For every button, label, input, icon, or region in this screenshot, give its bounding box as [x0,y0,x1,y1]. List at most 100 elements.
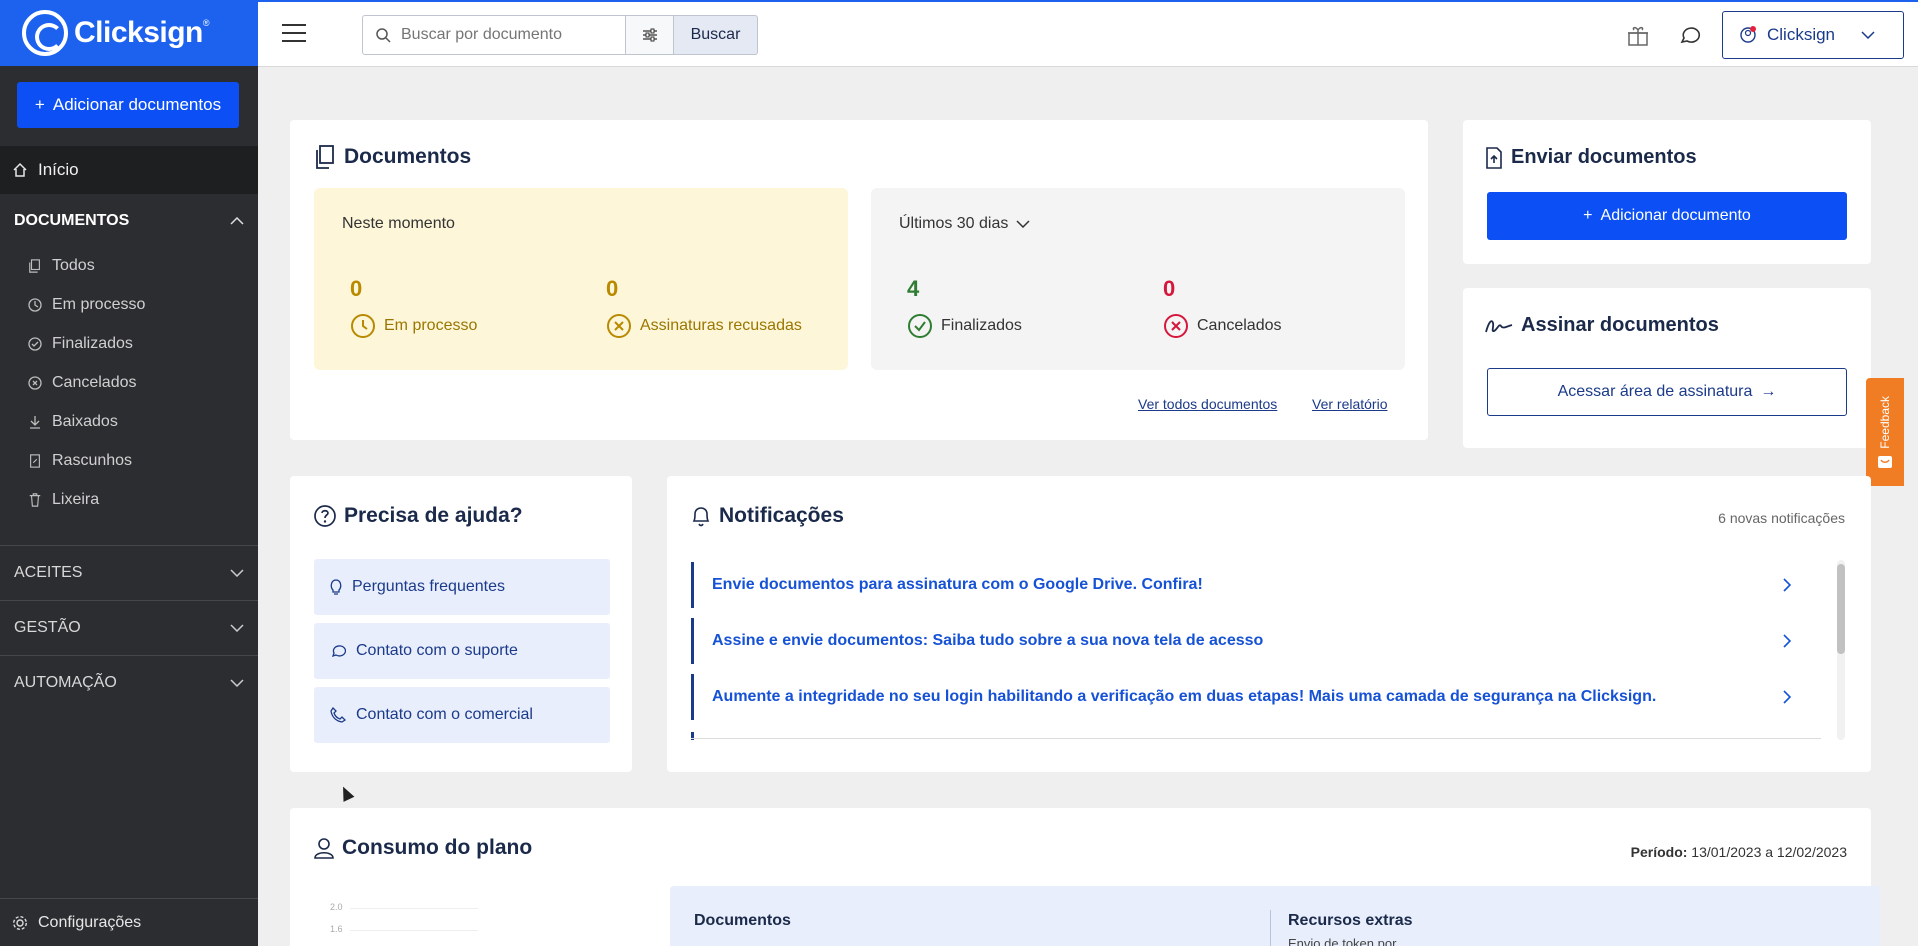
sidebar-item-em-processo[interactable]: Em processo [28,296,145,314]
contato-suporte-link[interactable]: Contato com o suporte [314,623,610,679]
gear-icon [12,915,28,930]
axis-tick: 2.0 [330,902,343,912]
notification-text: Aumente a integridade no seu login habil… [712,688,1657,705]
now-label: Neste momento [342,215,455,232]
now-panel: Neste momento 0 Em processo 0 Assinatura… [314,188,848,370]
gift-icon[interactable] [1624,22,1652,50]
feedback-tab[interactable]: Feedback [1866,378,1904,486]
divider [0,600,258,601]
assinaturas-recusadas-count[interactable]: 0 [606,276,618,302]
cancelados-stat[interactable]: Cancelados [1163,313,1282,339]
sidebar-section-documentos[interactable]: DOCUMENTOS [0,205,258,237]
chevron-down-icon [230,679,244,687]
perguntas-frequentes-link[interactable]: Perguntas frequentes [314,559,610,615]
add-documents-label: Adicionar documentos [52,95,222,114]
em-processo-count[interactable]: 0 [350,276,362,302]
card-title-text: Notificações [719,504,844,527]
ver-relatorio-link[interactable]: Ver relatório [1312,396,1387,412]
ver-todos-documentos-link[interactable]: Ver todos documentos [1138,396,1277,412]
divider [0,545,258,546]
stat-label-text: Finalizados [941,317,1022,334]
clock-icon [351,314,375,338]
usage-panel: Documentos Recursos extras Envio de toke… [670,886,1880,946]
ajuda-title: Precisa de ajuda? [314,504,523,528]
card-title-text: Enviar documentos [1511,146,1697,168]
brand-trademark: ® [202,18,210,28]
finalizados-count[interactable]: 4 [907,276,919,302]
search-bar: Buscar [362,15,758,55]
search-field[interactable] [362,15,626,55]
search-button[interactable]: Buscar [674,15,758,55]
account-label: Clicksign [1767,25,1836,44]
section-label: DOCUMENTOS [14,212,130,229]
plus-icon: + [1583,207,1593,224]
scrollbar-thumb[interactable] [1837,564,1845,654]
filter-button[interactable] [626,15,674,55]
sidebar-item-configuracoes[interactable]: Configurações [0,898,258,946]
section-label: GESTÃO [14,619,81,636]
sidebar-item-todos[interactable]: Todos [28,257,95,275]
x-circle-icon [28,376,42,390]
period-panel: Últimos 30 dias 4 Finalizados 0 Cancelad… [871,188,1405,370]
period-label: Período: [1630,844,1688,860]
period-selector[interactable]: Últimos 30 dias [899,215,1030,233]
plan-period: Período: 13/01/2023 a 12/02/2023 [1631,844,1847,860]
search-input[interactable] [401,26,601,44]
signature-icon [1485,319,1513,332]
sidebar-item-finalizados[interactable]: Finalizados [28,335,133,353]
sidebar-section-automacao[interactable]: AUTOMAÇÃO [0,666,258,700]
sliders-icon [642,28,657,42]
button-label: Acessar área de assinatura [1557,383,1753,400]
usage-recursos-label: Recursos extras [1288,912,1413,929]
logo[interactable]: Clicksign ® [0,0,258,66]
clicksign-logo-icon [22,10,68,56]
account-menu[interactable]: Clicksign [1722,11,1904,59]
sidebar-section-gestao[interactable]: GESTÃO [0,611,258,645]
sidebar-section-aceites[interactable]: ACEITES [0,556,258,590]
menu-toggle-icon[interactable] [282,24,306,42]
chat-icon[interactable] [1676,22,1704,50]
stat-label-text: Em processo [384,317,478,334]
adicionar-documento-button[interactable]: + Adicionar documento [1487,192,1847,240]
add-documents-button[interactable]: + Adicionar documentos [17,82,239,128]
notificacoes-card: Notificações 6 novas notificações Envie … [667,476,1871,772]
finalizados-stat[interactable]: Finalizados [907,313,1022,339]
period-label: Últimos 30 dias [899,215,1009,232]
arrow-right-icon: → [1760,383,1777,400]
sidebar-item-cancelados[interactable]: Cancelados [28,374,137,392]
card-title-text: Documentos [344,145,472,168]
card-title-text: Consumo do plano [342,836,533,859]
contato-comercial-link[interactable]: Contato com o comercial [314,687,610,743]
notifications-scrollbar[interactable] [1837,560,1845,740]
card-title-text: Assinar documentos [1521,314,1719,336]
sidebar-item-lixeira[interactable]: Lixeira [28,491,99,509]
section-label: ACEITES [14,564,83,581]
documents-icon [316,145,334,169]
help-item-label: Contato com o comercial [356,706,533,723]
sidebar-item-baixados[interactable]: Baixados [28,413,118,431]
sidebar-item-label: Finalizados [52,335,133,352]
stat-label-text: Assinaturas recusadas [640,317,802,334]
divider [1270,910,1271,946]
acessar-area-assinatura-button[interactable]: Acessar área de assinatura → [1487,368,1847,416]
bell-icon [692,507,710,527]
assinaturas-recusadas-stat[interactable]: Assinaturas recusadas [606,313,802,339]
usage-documentos-label: Documentos [694,912,791,929]
notification-item[interactable]: Aumente a integridade no seu login habil… [691,674,1811,720]
brand-name: Clicksign [74,16,203,49]
sidebar-item-rascunhos[interactable]: Rascunhos [28,452,132,470]
cancelados-count[interactable]: 0 [1163,276,1175,302]
x-circle-icon [607,314,631,338]
plus-icon: + [34,95,45,114]
clock-icon [28,298,42,312]
check-circle-icon [28,337,42,351]
sidebar-item-inicio[interactable]: Início [0,146,258,194]
notification-item[interactable]: Assine e envie documentos: Saiba tudo so… [691,618,1811,664]
divider [0,655,258,656]
em-processo-stat[interactable]: Em processo [350,313,477,339]
documents-icon [29,259,40,273]
phone-icon [330,707,346,723]
notification-item[interactable]: Envie documentos para assinatura com o G… [691,562,1811,608]
ajuda-card: Precisa de ajuda? Perguntas frequentes C… [290,476,632,772]
notification-text: Envie documentos para assinatura com o G… [712,576,1203,593]
